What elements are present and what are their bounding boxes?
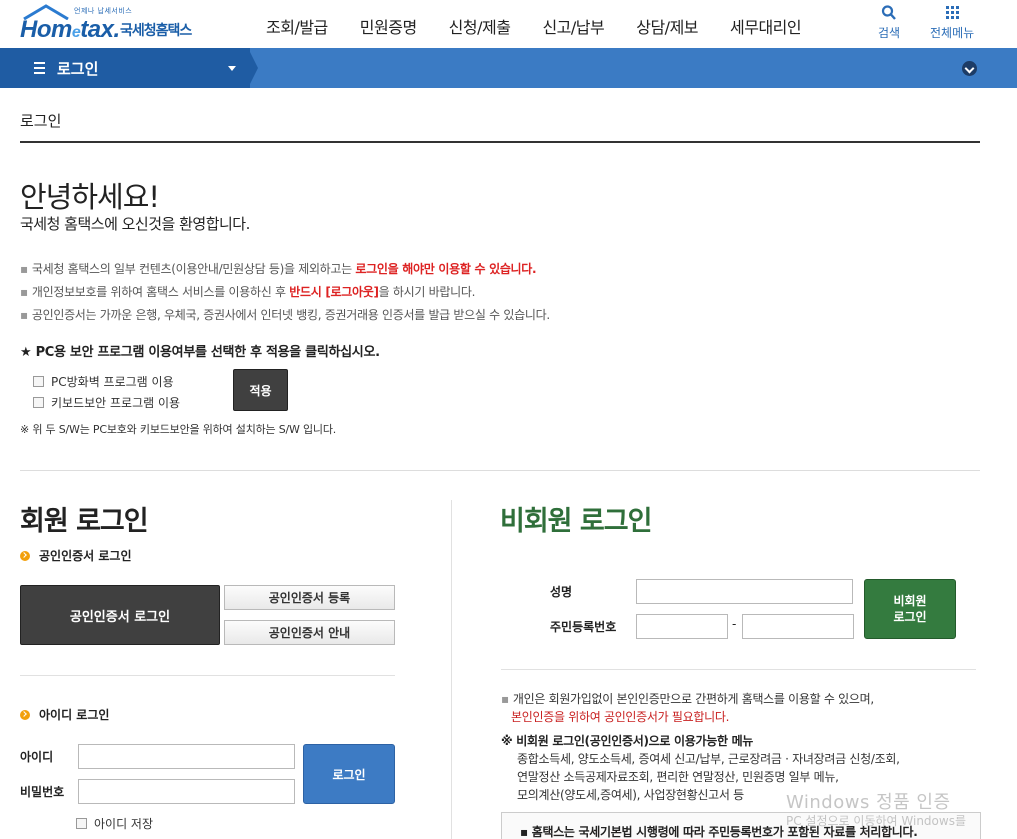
id-label: 아이디 bbox=[20, 750, 54, 764]
id-input[interactable] bbox=[78, 744, 295, 769]
nonmember-divider bbox=[501, 669, 976, 670]
column-divider bbox=[451, 500, 452, 839]
firewall-checkbox[interactable] bbox=[33, 376, 44, 387]
hometax-logo[interactable]: 언제나 납세서비스 Hometax. 국세청홈택스 bbox=[20, 2, 210, 44]
cert-login-subtitle: 공인인증서 로그인 bbox=[20, 547, 132, 564]
id-login-subtitle: 아이디 로그인 bbox=[20, 706, 109, 723]
save-id-label: 아이디 저장 bbox=[94, 817, 154, 831]
name-input[interactable] bbox=[636, 579, 853, 604]
rrn-dash: - bbox=[732, 617, 737, 631]
site-header: 언제나 납세서비스 Hometax. 국세청홈택스 조회/발급 민원증명 신청/… bbox=[0, 0, 1017, 48]
nonmember-login-button[interactable]: 비회원 로그인 bbox=[864, 579, 956, 639]
location-dropdown[interactable]: 로그인 bbox=[0, 48, 250, 88]
menu-item: 종합소득세, 양도소득세, 증여세 신고/납부, 근로장려금 · 자녀장려금 신… bbox=[517, 752, 900, 766]
windows-activation-subtext: PC 설정으로 이동하여 Windows를 bbox=[786, 814, 966, 828]
breadcrumb-arrow bbox=[248, 48, 258, 88]
greeting-heading: 안녕하세요! bbox=[20, 180, 160, 214]
search-button[interactable]: 검색 bbox=[878, 4, 900, 41]
password-label: 비밀번호 bbox=[20, 785, 65, 799]
save-id-checkbox[interactable] bbox=[76, 818, 87, 829]
section-divider bbox=[20, 470, 980, 471]
rrn-back-input[interactable] bbox=[742, 614, 854, 639]
id-login-button[interactable]: 로그인 bbox=[303, 744, 395, 804]
notice-item: ▪ 개인은 회원가입없이 본인인증만으로 간편하게 홈택스를 이용할 수 있으며, bbox=[501, 692, 874, 706]
cert-login-button[interactable]: 공인인증서 로그인 bbox=[20, 585, 220, 645]
gnb-item-tax-agent[interactable]: 세무대리인 bbox=[730, 14, 802, 38]
nonmember-notice: ▪ 개인은 회원가입없이 본인인증만으로 간편하게 홈택스를 이용할 수 있으며,… bbox=[501, 690, 900, 804]
location-label: 로그인 bbox=[57, 60, 99, 78]
login-notice-list: ▪ 국세청 홈택스의 일부 컨텐츠(이용안내/민원상담 등)을 제외하고는 로그인… bbox=[20, 260, 550, 329]
search-icon bbox=[881, 5, 896, 20]
bullet-arrow-icon bbox=[20, 550, 30, 561]
title-divider bbox=[20, 141, 980, 143]
password-input[interactable] bbox=[78, 779, 295, 804]
gnb-item-consult[interactable]: 상담/제보 bbox=[636, 14, 698, 38]
welcome-text: 국세청 홈택스에 오신것을 환영합니다. bbox=[20, 215, 250, 233]
notice-item: ▪ 공인인증서는 가까운 은행, 우체국, 증권사에서 인터넷 뱅킹, 증권거래용… bbox=[20, 308, 550, 322]
security-program-title: ★ PC용 보안 프로그램 이용여부를 선택한 후 적용을 클릭하십시오. bbox=[20, 345, 380, 360]
hamburger-icon bbox=[34, 62, 45, 77]
logo-wordmark: Hometax. bbox=[20, 16, 120, 43]
keyboard-security-checkbox[interactable] bbox=[33, 397, 44, 408]
cert-register-button[interactable]: 공인인증서 등록 bbox=[224, 585, 395, 610]
name-label: 성명 bbox=[550, 585, 573, 599]
notice-item: ▪ 국세청 홈택스의 일부 컨텐츠(이용안내/민원상담 등)을 제외하고는 로그인… bbox=[20, 262, 537, 276]
member-divider bbox=[20, 675, 395, 676]
apply-button[interactable]: 적용 bbox=[233, 369, 288, 411]
bullet-arrow-icon bbox=[20, 709, 30, 720]
grid-icon bbox=[946, 6, 960, 19]
notice-item: 본인인증을 위하여 공인인증서가 필요합니다. bbox=[511, 710, 730, 724]
cert-guide-button[interactable]: 공인인증서 안내 bbox=[224, 620, 395, 645]
security-note: ※ 위 두 S/W는 PC보호와 키보드보안을 위하여 설치하는 S/W 입니다… bbox=[20, 423, 337, 436]
rrn-label: 주민등록번호 bbox=[550, 620, 617, 634]
search-label: 검색 bbox=[878, 26, 901, 40]
gnb-item-inquiry[interactable]: 조회/발급 bbox=[266, 14, 328, 38]
member-login-heading: 회원 로그인 bbox=[20, 506, 149, 537]
page-title: 로그인 bbox=[20, 112, 62, 130]
save-id-option[interactable]: 아이디 저장 bbox=[76, 815, 153, 832]
menu-item: 연말정산 소득공제자료조회, 편리한 연말정산, 민원증명 일부 메뉴, bbox=[517, 770, 839, 784]
notice-item: ▪ 개인정보보호를 위하여 홈택스 서비스를 이용하신 후 반드시 [로그아웃]을… bbox=[20, 285, 476, 299]
logo-tagline: 언제나 납세서비스 bbox=[74, 7, 133, 15]
global-nav: 조회/발급 민원증명 신청/제출 신고/납부 상담/제보 세무대리인 bbox=[266, 14, 833, 38]
gnb-item-report-payment[interactable]: 신고/납부 bbox=[542, 14, 604, 38]
caret-down-icon bbox=[228, 66, 236, 71]
all-menu-button[interactable]: 전체메뉴 bbox=[930, 4, 974, 41]
rrn-front-input[interactable] bbox=[636, 614, 728, 639]
logo-korean-name: 국세청홈택스 bbox=[120, 23, 192, 39]
all-menu-label: 전체메뉴 bbox=[930, 26, 975, 40]
keyboard-security-option[interactable]: 키보드보안 프로그램 이용 bbox=[33, 394, 180, 411]
location-bar: 로그인 bbox=[0, 48, 1017, 88]
gnb-item-certificate[interactable]: 민원증명 bbox=[360, 14, 417, 38]
firewall-label: PC방화벽 프로그램 이용 bbox=[51, 375, 174, 389]
chevron-down-circle-icon[interactable] bbox=[962, 61, 977, 76]
windows-activation-watermark: Windows 정품 인증 bbox=[786, 792, 951, 813]
keyboard-security-label: 키보드보안 프로그램 이용 bbox=[51, 396, 181, 410]
gnb-item-application[interactable]: 신청/제출 bbox=[449, 14, 511, 38]
firewall-option[interactable]: PC방화벽 프로그램 이용 bbox=[33, 373, 174, 390]
menu-title: ※ 비회원 로그인(공인인증서)으로 이용가능한 메뉴 bbox=[501, 734, 754, 748]
nonmember-login-heading: 비회원 로그인 bbox=[500, 506, 652, 537]
